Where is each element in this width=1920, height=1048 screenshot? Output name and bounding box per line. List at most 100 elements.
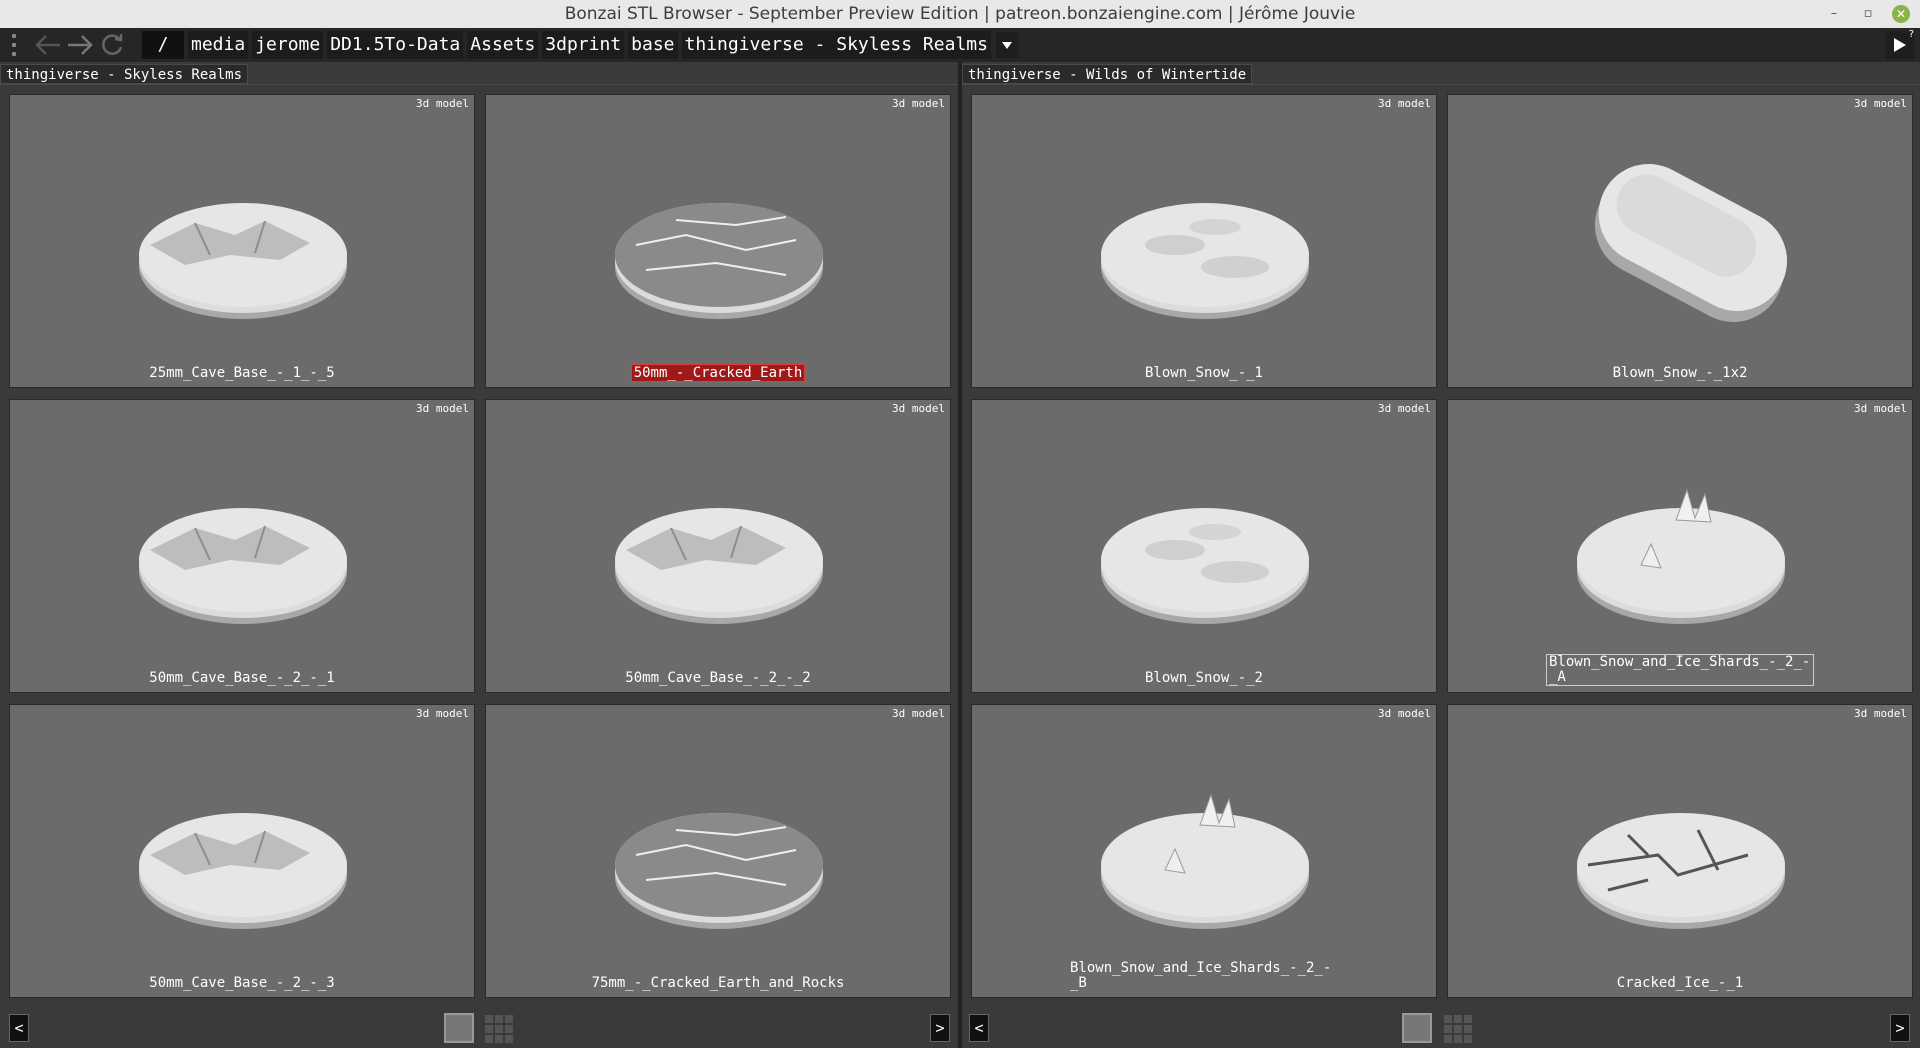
left-prev-page-button[interactable]: < bbox=[9, 1014, 29, 1042]
window-titlebar: Bonzai STL Browser - September Preview E… bbox=[0, 0, 1920, 28]
right-next-page-button[interactable]: > bbox=[1890, 1014, 1910, 1042]
tab-divider bbox=[962, 84, 1920, 85]
model-card[interactable]: 3d model Cracked_Ice_-_1 bbox=[1447, 704, 1913, 998]
single-view-toggle[interactable] bbox=[1402, 1013, 1432, 1043]
model-filename-text: 25mm_Cave_Base_-_1_-_5 bbox=[149, 365, 335, 381]
maximize-button[interactable]: ▫ bbox=[1858, 4, 1878, 24]
model-thumbnail bbox=[615, 203, 823, 319]
grid-view-icon[interactable] bbox=[485, 1015, 513, 1043]
model-filename: Blown_Snow_-_2 bbox=[972, 670, 1436, 686]
file-type-badge: 3d model bbox=[1378, 402, 1431, 415]
file-type-badge: 3d model bbox=[1854, 707, 1907, 720]
model-thumbnail bbox=[139, 813, 347, 929]
model-card[interactable]: 3d model Blown_Snow_and_Ice_Shards_-_2_-_… bbox=[1447, 399, 1913, 693]
model-card[interactable]: 3d model Blown_Snow_and_Ice_Shards_-_2_-_… bbox=[971, 704, 1437, 998]
model-card[interactable]: 3d model Blown_Snow_-_1x2 bbox=[1447, 94, 1913, 388]
right-pane-tab[interactable]: thingiverse - Wilds of Wintertide bbox=[962, 64, 1253, 84]
model-thumbnail bbox=[615, 508, 823, 624]
model-filename: 75mm_-_Cracked_Earth_and_Rocks bbox=[486, 975, 950, 991]
back-arrow-icon[interactable] bbox=[32, 29, 64, 61]
breadcrumb-root[interactable]: / bbox=[142, 31, 184, 59]
model-filename-text: 50mm_Cave_Base_-_2_-_2 bbox=[625, 670, 811, 686]
refresh-icon[interactable] bbox=[96, 29, 128, 61]
model-filename-text: Blown_Snow_-_1x2 bbox=[1612, 365, 1748, 381]
breadcrumb-dd-data[interactable]: DD1.5To-Data bbox=[327, 31, 464, 59]
grid-view-icon[interactable] bbox=[1444, 1015, 1472, 1043]
toolbar: / media jerome DD1.5To-Data Assets 3dpri… bbox=[0, 28, 1920, 62]
model-filename-text: Blown_Snow_-_2 bbox=[1144, 670, 1263, 686]
close-button[interactable]: ✕ bbox=[1892, 5, 1910, 23]
model-thumbnail bbox=[1101, 203, 1309, 319]
model-card[interactable]: 3d model 50mm_Cave_Base_-_2_-_2 bbox=[485, 399, 951, 693]
chevron-down-icon bbox=[1001, 42, 1012, 49]
breadcrumb-3dprint[interactable]: 3dprint bbox=[542, 31, 625, 59]
model-card[interactable]: 3d model 25mm_Cave_Base_-_1_-_5 bbox=[9, 94, 475, 388]
model-filename: 50mm_Cave_Base_-_2_-_1 bbox=[10, 670, 474, 686]
model-card[interactable]: 3d model 50mm_Cave_Base_-_2_-_1 bbox=[9, 399, 475, 693]
breadcrumb-current-folder[interactable]: thingiverse - Skyless Realms bbox=[681, 31, 991, 59]
play-button[interactable]: ? bbox=[1886, 29, 1914, 59]
model-filename-text: Cracked_Ice_-_1 bbox=[1616, 975, 1744, 991]
model-card[interactable]: 3d model 75mm_-_Cracked_Earth_and_Rocks bbox=[485, 704, 951, 998]
breadcrumb-dropdown-button[interactable] bbox=[995, 32, 1018, 58]
model-card[interactable]: 3d model 50mm_Cave_Base_-_2_-_3 bbox=[9, 704, 475, 998]
model-filename-text: Blown_Snow_and_Ice_Shards_-_2_-_A bbox=[1546, 654, 1814, 686]
right-thumbnail-grid: 3d model Blown_Snow_-_1 3d model Blown_Sno… bbox=[971, 94, 1913, 998]
file-type-badge: 3d model bbox=[1378, 707, 1431, 720]
file-type-badge: 3d model bbox=[1378, 97, 1431, 110]
forward-arrow-icon[interactable] bbox=[64, 29, 96, 61]
play-icon bbox=[1894, 38, 1906, 52]
model-filename-text: 50mm_-_Cracked_Earth bbox=[630, 364, 806, 382]
minimize-button[interactable]: – bbox=[1824, 4, 1844, 24]
model-thumbnail bbox=[1101, 793, 1309, 929]
file-type-badge: 3d model bbox=[1854, 402, 1907, 415]
right-prev-page-button[interactable]: < bbox=[969, 1014, 989, 1042]
model-filename: 50mm_Cave_Base_-_2_-_3 bbox=[10, 975, 474, 991]
file-type-badge: 3d model bbox=[416, 97, 469, 110]
file-type-badge: 3d model bbox=[892, 707, 945, 720]
left-pagination-bar: < > bbox=[0, 1004, 958, 1048]
model-filename: Cracked_Ice_-_1 bbox=[1448, 975, 1912, 991]
breadcrumb-assets[interactable]: Assets bbox=[467, 31, 539, 59]
right-pagination-bar: < > bbox=[962, 1004, 1920, 1048]
model-thumbnail bbox=[1577, 488, 1785, 624]
model-filename: 50mm_-_Cracked_Earth bbox=[486, 364, 950, 382]
toolbar-grip-icon[interactable] bbox=[10, 32, 18, 58]
model-card[interactable]: 3d model Blown_Snow_-_2 bbox=[971, 399, 1437, 693]
tab-divider bbox=[0, 84, 958, 85]
left-thumbnail-grid: 3d model 25mm_Cave_Base_-_1_-_5 3d model 5… bbox=[9, 94, 951, 998]
window-title: Bonzai STL Browser - September Preview E… bbox=[564, 4, 1356, 24]
single-view-toggle[interactable] bbox=[444, 1013, 474, 1043]
model-filename: 50mm_Cave_Base_-_2_-_2 bbox=[486, 670, 950, 686]
breadcrumb-base[interactable]: base bbox=[628, 31, 678, 59]
model-filename-text: 50mm_Cave_Base_-_2_-_3 bbox=[149, 975, 335, 991]
model-filename-text: Blown_Snow_-_1 bbox=[1144, 365, 1263, 381]
left-pane: thingiverse - Skyless Realms 3d model 25m… bbox=[0, 62, 958, 1048]
help-badge: ? bbox=[1908, 29, 1914, 40]
file-type-badge: 3d model bbox=[892, 97, 945, 110]
model-thumbnail bbox=[139, 203, 347, 319]
model-filename: Blown_Snow_and_Ice_Shards_-_2_-_B bbox=[972, 961, 1436, 991]
model-thumbnail bbox=[1101, 508, 1309, 624]
model-filename-text: 75mm_-_Cracked_Earth_and_Rocks bbox=[591, 975, 845, 991]
file-type-badge: 3d model bbox=[416, 402, 469, 415]
model-thumbnail bbox=[615, 813, 823, 929]
left-next-page-button[interactable]: > bbox=[930, 1014, 950, 1042]
model-filename: Blown_Snow_-_1 bbox=[972, 365, 1436, 381]
model-filename: Blown_Snow_and_Ice_Shards_-_2_-_A bbox=[1448, 654, 1912, 686]
window-controls: – ▫ ✕ bbox=[1824, 4, 1910, 24]
file-type-badge: 3d model bbox=[892, 402, 945, 415]
model-filename-text: 50mm_Cave_Base_-_2_-_1 bbox=[149, 670, 335, 686]
breadcrumb-media[interactable]: media bbox=[188, 31, 249, 59]
model-card[interactable]: 3d model 50mm_-_Cracked_Earth bbox=[485, 94, 951, 388]
file-type-badge: 3d model bbox=[1854, 97, 1907, 110]
right-pane: thingiverse - Wilds of Wintertide 3d mod… bbox=[962, 62, 1920, 1048]
model-thumbnail bbox=[139, 508, 347, 624]
left-pane-tab[interactable]: thingiverse - Skyless Realms bbox=[0, 64, 249, 84]
model-filename: 25mm_Cave_Base_-_1_-_5 bbox=[10, 365, 474, 381]
model-thumbnail bbox=[1594, 163, 1788, 323]
breadcrumb-jerome[interactable]: jerome bbox=[252, 31, 324, 59]
model-card[interactable]: 3d model Blown_Snow_-_1 bbox=[971, 94, 1437, 388]
model-filename-text: Blown_Snow_and_Ice_Shards_-_2_-_B bbox=[1070, 960, 1332, 991]
file-type-badge: 3d model bbox=[416, 707, 469, 720]
